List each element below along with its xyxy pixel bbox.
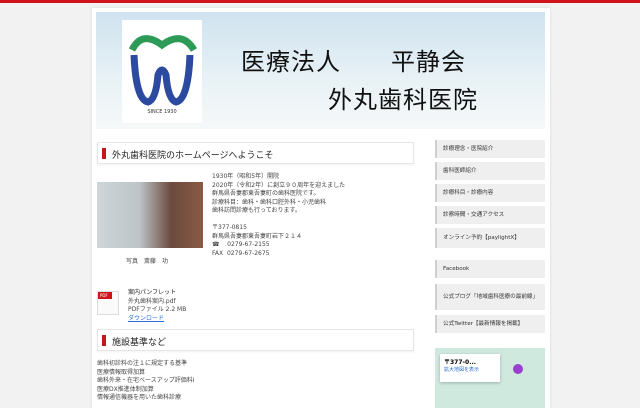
intro-line: 1930年（昭和5年）開院	[212, 173, 280, 180]
logo-since-text: SINCE 1930	[147, 109, 177, 115]
map-info-card: 〒377-0... 拡大地図を表示	[440, 354, 500, 382]
top-accent-bar	[0, 0, 640, 3]
phone-number: 0279-67-2155	[227, 241, 270, 249]
standards-heading: 施設基準など	[97, 329, 414, 351]
sidebar-item-treatments[interactable]: 診療科目・診療内容	[435, 184, 545, 202]
sidebar-item-twitter[interactable]: 公式Twitter【最新情報を掲載】	[435, 315, 545, 333]
standards-list: 歯科初診料の注１に規定する基準 医療情報取得加算 歯科外来・在宅ベースアップ評価…	[97, 360, 194, 403]
header-banner: SINCE 1930 医療法人 平静会 外丸歯科医院	[96, 12, 545, 129]
intro-line: 2020年（令和2年）に創立９０周年を迎えました	[212, 181, 346, 189]
clinic-intro: 1930年（昭和5年）開院 2020年（令和2年）に創立９０周年を迎えました 群…	[212, 173, 345, 258]
sidebar-item-blog[interactable]: 公式ブログ「地域歯科医療の最前線」	[435, 284, 545, 310]
fax-number: 0279-67-2675	[226, 249, 270, 257]
postal-code: 〒377-0815	[212, 223, 247, 231]
page-container: SINCE 1930 医療法人 平静会 外丸歯科医院 外丸歯科医院のホームページ…	[92, 8, 550, 408]
pdf-label: PDF	[98, 292, 112, 299]
corporation-name: 医療法人 平静会	[241, 48, 466, 76]
sidebar-item-facebook[interactable]: Facebook	[435, 260, 545, 278]
sidebar-item-philosophy[interactable]: 診療理念・医院紹介	[435, 140, 545, 158]
view-larger-map-link[interactable]: 拡大地図を表示	[444, 366, 496, 373]
fax-label: FAX	[212, 249, 224, 257]
fax-row: FAX 0279-67-2675	[212, 250, 345, 259]
pamphlet-file-info: PDFファイル 2.2 MB	[128, 306, 187, 314]
phone-row: ☎ 0279-67-2155	[212, 241, 345, 250]
list-item: 情報通信機器を用いた歯科診療	[97, 394, 182, 402]
clinic-name: 外丸歯科医院	[328, 86, 478, 114]
list-item: 歯科初診料の注１に規定する基準	[97, 360, 188, 367]
sidebar-item-dentists[interactable]: 歯科医師紹介	[435, 162, 545, 180]
clinic-building-photo	[97, 182, 203, 248]
phone-icon: ☎	[212, 241, 220, 249]
google-map[interactable]: 〒377-0... 拡大地図を表示	[435, 348, 545, 408]
clinic-logo[interactable]: SINCE 1930	[122, 20, 202, 123]
tooth-logo-icon	[128, 35, 198, 106]
pdf-icon[interactable]: PDF	[97, 291, 119, 315]
pamphlet-filename: 外丸歯科案内.pdf	[128, 297, 176, 305]
sidebar-item-hours-access[interactable]: 診察時間・交通アクセス	[435, 206, 545, 224]
map-pin-icon[interactable]	[513, 364, 523, 374]
map-postal: 〒377-0...	[444, 359, 477, 366]
welcome-heading: 外丸歯科医院のホームページへようこそ	[97, 142, 414, 164]
sidebar-item-online-booking[interactable]: オンライン予約【paylightX】	[435, 228, 545, 248]
intro-line: 歯科訪問診療も行っております。	[212, 207, 301, 215]
pamphlet-title: 案内パンフレット	[128, 289, 177, 296]
pamphlet-block: 案内パンフレット 外丸歯科案内.pdf PDFファイル 2.2 MB ダウンロー…	[128, 289, 186, 323]
intro-line: 群馬県吾妻郡東吾妻町の歯科医院です。	[212, 190, 320, 198]
list-item: 歯科外来・在宅ベースアップ評価料Ⅰ	[97, 377, 195, 385]
download-link[interactable]: ダウンロード	[128, 315, 186, 324]
address: 群馬県吾妻郡東吾妻町岩下２１４	[212, 232, 303, 240]
photo-caption: 写真 斎藤 功	[126, 258, 169, 265]
list-item: 医療情報取得加算	[97, 368, 146, 376]
